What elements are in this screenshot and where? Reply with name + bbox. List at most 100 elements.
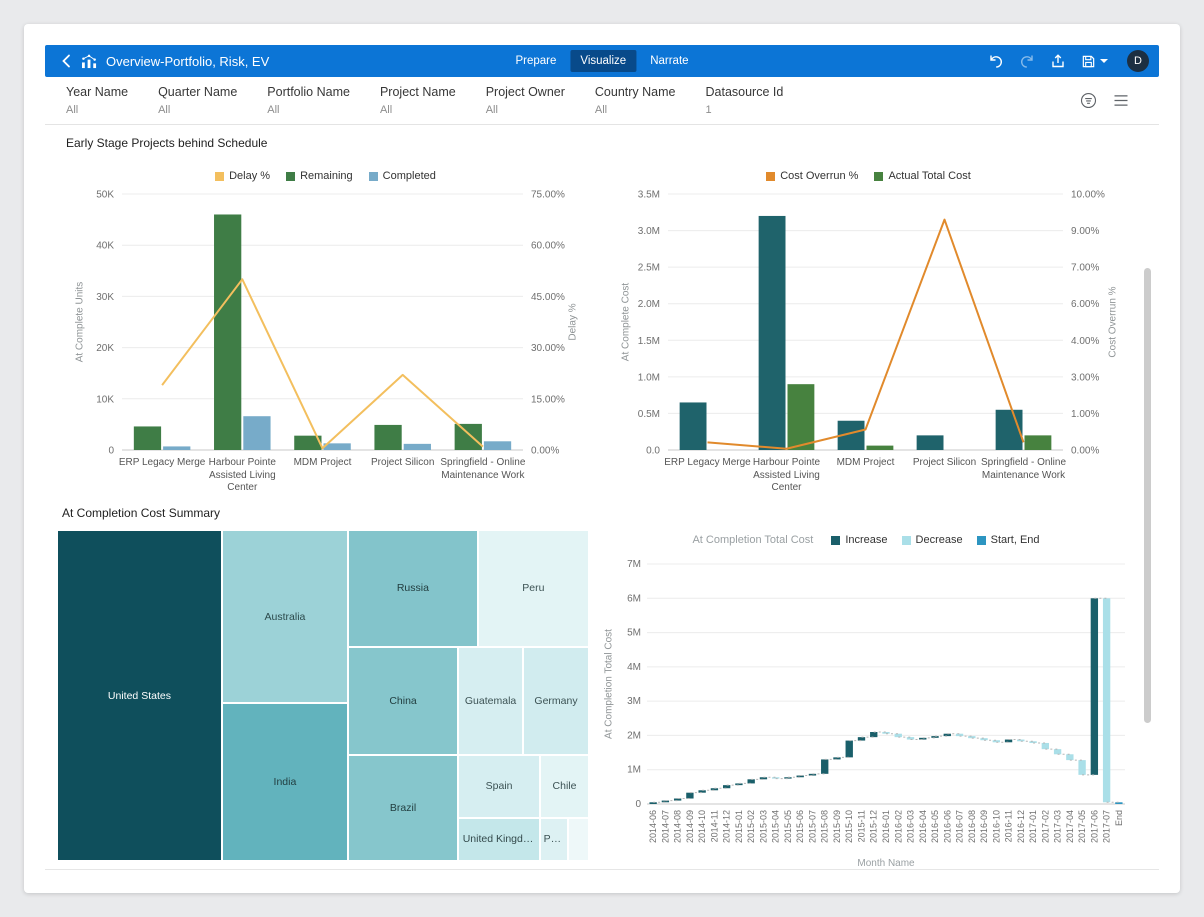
treemap-node-cell[interactable]: [568, 818, 589, 861]
bar-completed[interactable]: [163, 446, 190, 450]
treemap-node-united-states[interactable]: United States: [57, 530, 222, 861]
waterfall-bar-2015-11[interactable]: [858, 737, 865, 740]
y-axis-title: At Completion Total Cost: [604, 629, 615, 739]
treemap-node-united-kingdom[interactable]: United Kingdom: [458, 818, 540, 861]
treemap-node-china[interactable]: China: [348, 647, 458, 755]
waterfall-bar-2014-09[interactable]: [686, 793, 693, 799]
treemap-label: United States: [106, 690, 173, 702]
y-axis-tick-label: 0.5M: [638, 409, 660, 420]
filter-value: All: [595, 104, 676, 116]
x-axis-tick-label: 2016-11: [1004, 810, 1014, 842]
bar-at-complete-cost[interactable]: [680, 402, 707, 450]
treemap-node-brazil[interactable]: Brazil: [348, 755, 458, 861]
x-axis-tick-label: End: [1114, 810, 1124, 826]
bar-actual-total-cost[interactable]: [788, 384, 815, 450]
treemap-node-australia[interactable]: Australia: [222, 530, 348, 703]
x-axis-tick-label: 2016-05: [930, 810, 940, 843]
back-button[interactable]: [55, 49, 79, 73]
tab-visualize[interactable]: Visualize: [570, 50, 636, 72]
waterfall-bar-2016-11[interactable]: [1005, 740, 1012, 743]
bar-remaining[interactable]: [455, 424, 482, 450]
filter-portfolio-name[interactable]: Portfolio NameAll: [267, 85, 350, 116]
waterfall-bar-2017-04[interactable]: [1066, 754, 1073, 760]
filter-value: 1: [706, 104, 784, 116]
cost-overrun-actual-cost-chart[interactable]: Cost Overrun %Actual Total Cost0.00.5M1.…: [612, 158, 1125, 508]
waterfall-bar-2015-10[interactable]: [846, 741, 853, 758]
x-axis-tick-label: 2015-10: [844, 810, 854, 843]
waterfall-bar-2014-10[interactable]: [698, 790, 705, 792]
tab-narrate[interactable]: Narrate: [640, 50, 698, 72]
line-delay[interactable]: [162, 279, 483, 448]
waterfall-bar-2014-08[interactable]: [674, 799, 681, 801]
treemap-node-germany[interactable]: Germany: [523, 647, 589, 755]
waterfall-bar-2017-07[interactable]: [1103, 598, 1110, 802]
bar-completed[interactable]: [243, 416, 270, 450]
bar-remaining[interactable]: [374, 425, 401, 450]
bar-actual-total-cost[interactable]: [1025, 435, 1052, 450]
bar-completed[interactable]: [404, 444, 431, 450]
treemap-node-chile[interactable]: Chile: [540, 755, 589, 818]
treemap-node-pan[interactable]: Pan...: [540, 818, 568, 861]
x-axis-tick-label: 2015-05: [783, 810, 793, 843]
bar-remaining[interactable]: [134, 426, 161, 450]
waterfall-bar-2015-08[interactable]: [821, 759, 828, 773]
bar-actual-total-cost[interactable]: [867, 446, 894, 450]
redo-button[interactable]: [1019, 53, 1035, 69]
x-axis-tick-label: 2014-10: [697, 810, 707, 843]
bar-at-complete-cost[interactable]: [759, 216, 786, 450]
save-caret-icon: [1100, 59, 1108, 63]
country-cost-treemap[interactable]: United StatesAustraliaIndiaRussiaPeruChi…: [57, 530, 589, 861]
treemap-label: Russia: [395, 582, 431, 594]
filter-year-name[interactable]: Year NameAll: [66, 85, 128, 116]
filter-quarter-name[interactable]: Quarter NameAll: [158, 85, 237, 116]
bar-at-complete-cost[interactable]: [917, 435, 944, 450]
y-axis-tick-label: 2.5M: [638, 263, 660, 274]
workbook-title: Overview-Portfolio, Risk, EV: [106, 54, 269, 69]
bar-remaining[interactable]: [214, 214, 241, 450]
waterfall-bar-2017-02[interactable]: [1042, 743, 1049, 749]
waterfall-bar-end[interactable]: [1115, 802, 1122, 804]
vertical-scrollbar[interactable]: [1144, 268, 1151, 723]
waterfall-bar-2016-12[interactable]: [1017, 740, 1024, 742]
waterfall-bar-2014-06[interactable]: [649, 802, 656, 804]
waterfall-bar-2017-01[interactable]: [1029, 741, 1036, 743]
y2-axis-tick-label: 7.00%: [1071, 263, 1099, 274]
back-icon: [59, 53, 75, 69]
y-axis-tick-label: 2M: [627, 730, 641, 741]
treemap-node-india[interactable]: India: [222, 703, 348, 861]
undo-button[interactable]: [988, 53, 1004, 69]
save-icon: [1081, 54, 1096, 69]
tab-prepare[interactable]: Prepare: [505, 50, 566, 72]
monthly-cost-waterfall-chart[interactable]: At Completion Total CostIncreaseDecrease…: [597, 532, 1135, 866]
avatar[interactable]: D: [1127, 50, 1149, 72]
treemap-node-peru[interactable]: Peru: [478, 530, 589, 647]
workbook-window: Overview-Portfolio, Risk, EV PrepareVisu…: [24, 24, 1180, 893]
waterfall-bar-2015-02[interactable]: [748, 779, 755, 783]
x-axis-tick-label: 2015-04: [771, 810, 781, 843]
save-button[interactable]: [1081, 54, 1108, 69]
waterfall-bar-2017-03[interactable]: [1054, 749, 1061, 754]
canvas-menu-button[interactable]: [1113, 94, 1129, 107]
filter-list-button[interactable]: [1080, 92, 1097, 109]
export-button[interactable]: [1050, 53, 1066, 69]
waterfall-bar-2017-05[interactable]: [1078, 760, 1085, 775]
filter-country-name[interactable]: Country NameAll: [595, 85, 676, 116]
y-axis-tick-label: 1.0M: [638, 372, 660, 383]
delay-remaining-completed-chart[interactable]: Delay %RemainingCompleted010K20K30K40K50…: [66, 158, 585, 508]
waterfall-bar-2016-02[interactable]: [895, 734, 902, 737]
filter-list-icon: [1080, 92, 1097, 109]
treemap-node-russia[interactable]: Russia: [348, 530, 478, 647]
filter-datasource-id[interactable]: Datasource Id1: [706, 85, 784, 116]
y2-axis-tick-label: 15.00%: [531, 394, 565, 405]
filter-project-name[interactable]: Project NameAll: [380, 85, 456, 116]
treemap-label: Germany: [532, 695, 579, 707]
x-axis-tick-label: 2016-12: [1016, 810, 1026, 843]
bar-completed[interactable]: [484, 441, 511, 450]
waterfall-bar-2015-12[interactable]: [870, 732, 877, 737]
line-cost-overrun[interactable]: [708, 220, 1024, 449]
filter-project-owner[interactable]: Project OwnerAll: [486, 85, 565, 116]
treemap-node-spain[interactable]: Spain: [458, 755, 540, 818]
treemap-node-guatemala[interactable]: Guatemala: [458, 647, 523, 755]
waterfall-bar-2017-06[interactable]: [1091, 598, 1098, 775]
x-axis-tick-label: 2014-07: [660, 810, 670, 843]
